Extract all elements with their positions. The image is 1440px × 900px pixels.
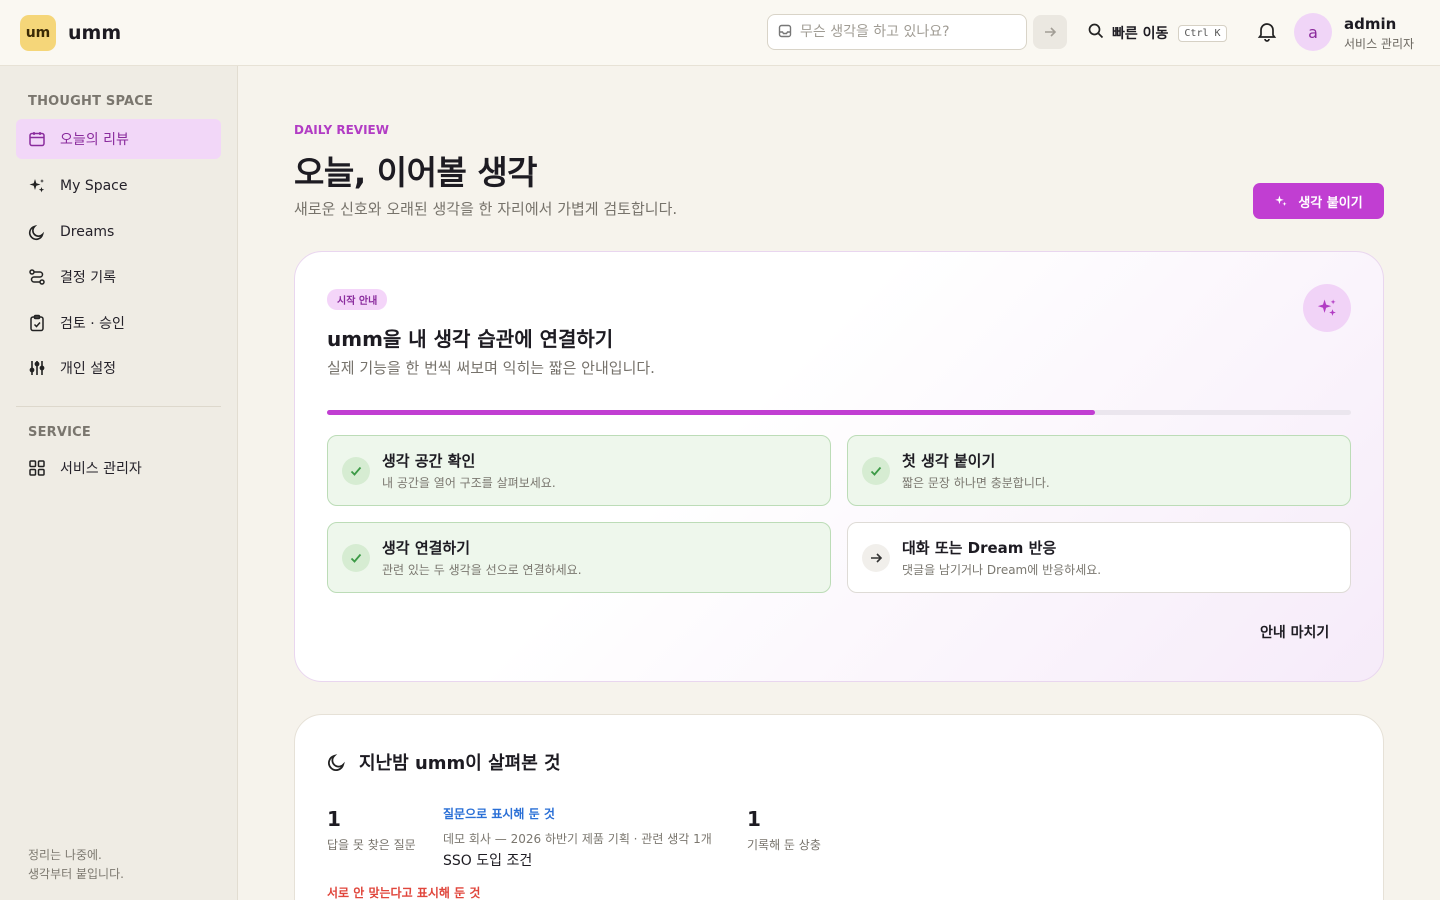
brand-name: umm	[68, 22, 122, 44]
progress-fill	[327, 410, 1095, 415]
recorded-count: 1	[747, 807, 761, 831]
sidebar-item-daily-review[interactable]: 오늘의 리뷰	[16, 119, 221, 159]
page-subtitle: 새로운 신호와 오래된 생각을 한 자리에서 가볍게 검토합니다.	[294, 200, 678, 218]
arrow-right-icon	[862, 543, 890, 572]
user-role: 서비스 관리자	[1344, 37, 1415, 51]
moon-icon	[28, 224, 45, 241]
onboarding-title: umm을 내 생각 습관에 연결하기	[327, 327, 614, 351]
page-title: 오늘, 이어볼 생각	[294, 153, 538, 192]
unanswered-count: 1	[327, 807, 341, 831]
finish-guide-button[interactable]: 안내 마치기	[1260, 622, 1329, 642]
sidebar-section-title: SERVICE	[28, 425, 91, 440]
clipboard-check-icon	[30, 314, 44, 332]
step-title: 생각 연결하기	[382, 539, 471, 557]
sidebar-item-label: 서비스 관리자	[60, 461, 142, 477]
onboarding-progress	[327, 410, 1351, 415]
sidebar-footer: 정리는 나중에. 생각부터 붙입니다.	[28, 846, 124, 884]
sparkle-icon	[29, 179, 45, 193]
sidebar: THOUGHT SPACE 오늘의 리뷰 My Space Dreams 결정 …	[0, 66, 238, 900]
brand-logo: um	[20, 15, 56, 51]
sidebar-item-label: 개인 설정	[60, 361, 116, 377]
sidebar-item-label: 결정 기록	[60, 270, 116, 286]
sidebar-item-dreams[interactable]: Dreams	[16, 212, 221, 252]
step-desc: 짧은 문장 하나면 충분합니다.	[902, 476, 1050, 490]
overnight-card: 지난밤 umm이 살펴본 것 1 답을 못 찾은 질문 질문으로 표시해 둔 것…	[294, 714, 1384, 900]
user-info[interactable]: admin 서비스 관리자	[1344, 15, 1414, 52]
composer-input[interactable]	[800, 24, 1016, 40]
step-first-thought[interactable]: 첫 생각 붙이기 짧은 문장 하나면 충분합니다.	[847, 435, 1351, 506]
question-meta: 데모 회사 — 2026 하반기 제품 기획 · 관련 생각 1개	[443, 832, 712, 846]
onboarding-card: 시작 안내 umm을 내 생각 습관에 연결하기 실제 기능을 한 번씩 써보며…	[294, 251, 1384, 682]
moon-icon	[328, 754, 345, 771]
route-icon	[29, 269, 45, 285]
sparkle-icon	[1303, 284, 1351, 332]
sidebar-divider	[16, 406, 221, 407]
step-desc: 관련 있는 두 생각을 선으로 연결하세요.	[382, 563, 582, 577]
avatar[interactable]: a	[1294, 13, 1332, 51]
add-thought-button[interactable]: 생각 붙이기	[1253, 183, 1384, 219]
check-icon	[342, 456, 370, 485]
sidebar-item-decisions[interactable]: 결정 기록	[16, 257, 221, 297]
quick-jump-button[interactable]: 빠른 이동 Ctrl K	[1088, 19, 1227, 47]
search-icon	[1088, 23, 1104, 43]
top-bar: um umm 빠른 이동 Ctrl K a admin 서비스 관리자	[0, 0, 1440, 66]
question-heading: 질문으로 표시해 둔 것	[443, 807, 555, 821]
sidebar-item-label: Dreams	[60, 224, 115, 240]
unanswered-label: 답을 못 찾은 질문	[327, 838, 416, 852]
check-icon	[342, 543, 370, 572]
overnight-title-text: 지난밤 umm이 살펴본 것	[359, 753, 561, 774]
note-icon	[778, 23, 792, 42]
question-item[interactable]: SSO 도입 조건	[443, 850, 532, 870]
brand[interactable]: um umm	[20, 15, 121, 51]
shortcut-hint: Ctrl K	[1178, 24, 1227, 42]
conflict-heading: 서로 안 맞는다고 표시해 둔 것	[327, 886, 481, 900]
arrow-right-icon	[1045, 27, 1057, 37]
step-title: 대화 또는 Dream 반응	[902, 539, 1057, 557]
grid-icon	[29, 460, 45, 476]
sidebar-item-label: 오늘의 리뷰	[60, 132, 129, 148]
recorded-label: 기록해 둔 상충	[747, 838, 821, 852]
sidebar-item-label: My Space	[60, 178, 128, 194]
send-button[interactable]	[1033, 15, 1067, 49]
step-desc: 댓글을 남기거나 Dream에 반응하세요.	[902, 563, 1102, 577]
sidebar-section-title: THOUGHT SPACE	[28, 94, 154, 109]
step-desc: 내 공간을 열어 구조를 살펴보세요.	[382, 476, 556, 490]
bell-icon[interactable]	[1256, 20, 1278, 46]
sidebar-footer-line: 생각부터 붙입니다.	[28, 867, 124, 881]
sidebar-footer-line: 정리는 나중에.	[28, 848, 102, 862]
sidebar-item-settings[interactable]: 개인 설정	[16, 348, 221, 388]
sidebar-item-my-space[interactable]: My Space	[16, 166, 221, 206]
step-title: 첫 생각 붙이기	[902, 452, 996, 470]
calendar-icon	[29, 132, 45, 147]
quick-jump-label: 빠른 이동	[1112, 26, 1169, 42]
page-eyebrow: DAILY REVIEW	[294, 123, 389, 137]
step-check-space[interactable]: 생각 공간 확인 내 공간을 열어 구조를 살펴보세요.	[327, 435, 831, 506]
user-name: admin	[1344, 15, 1397, 33]
thought-composer[interactable]	[767, 14, 1027, 50]
step-connect-thoughts[interactable]: 생각 연결하기 관련 있는 두 생각을 선으로 연결하세요.	[327, 522, 831, 593]
sidebar-item-review-approval[interactable]: 검토 · 승인	[16, 303, 221, 343]
step-react-dream[interactable]: 대화 또는 Dream 반응 댓글을 남기거나 Dream에 반응하세요.	[847, 522, 1351, 593]
sidebar-item-service-admin[interactable]: 서비스 관리자	[16, 448, 221, 488]
sidebar-item-label: 검토 · 승인	[60, 316, 125, 332]
check-icon	[862, 456, 890, 485]
onboarding-subtitle: 실제 기능을 한 번씩 써보며 익히는 짧은 안내입니다.	[327, 359, 655, 377]
onboarding-badge: 시작 안내	[327, 289, 388, 310]
sparkle-icon	[1275, 195, 1287, 206]
step-title: 생각 공간 확인	[382, 452, 476, 470]
add-thought-label: 생각 붙이기	[1298, 195, 1363, 211]
overnight-title: 지난밤 umm이 살펴본 것	[327, 749, 561, 775]
sliders-icon	[29, 361, 45, 375]
